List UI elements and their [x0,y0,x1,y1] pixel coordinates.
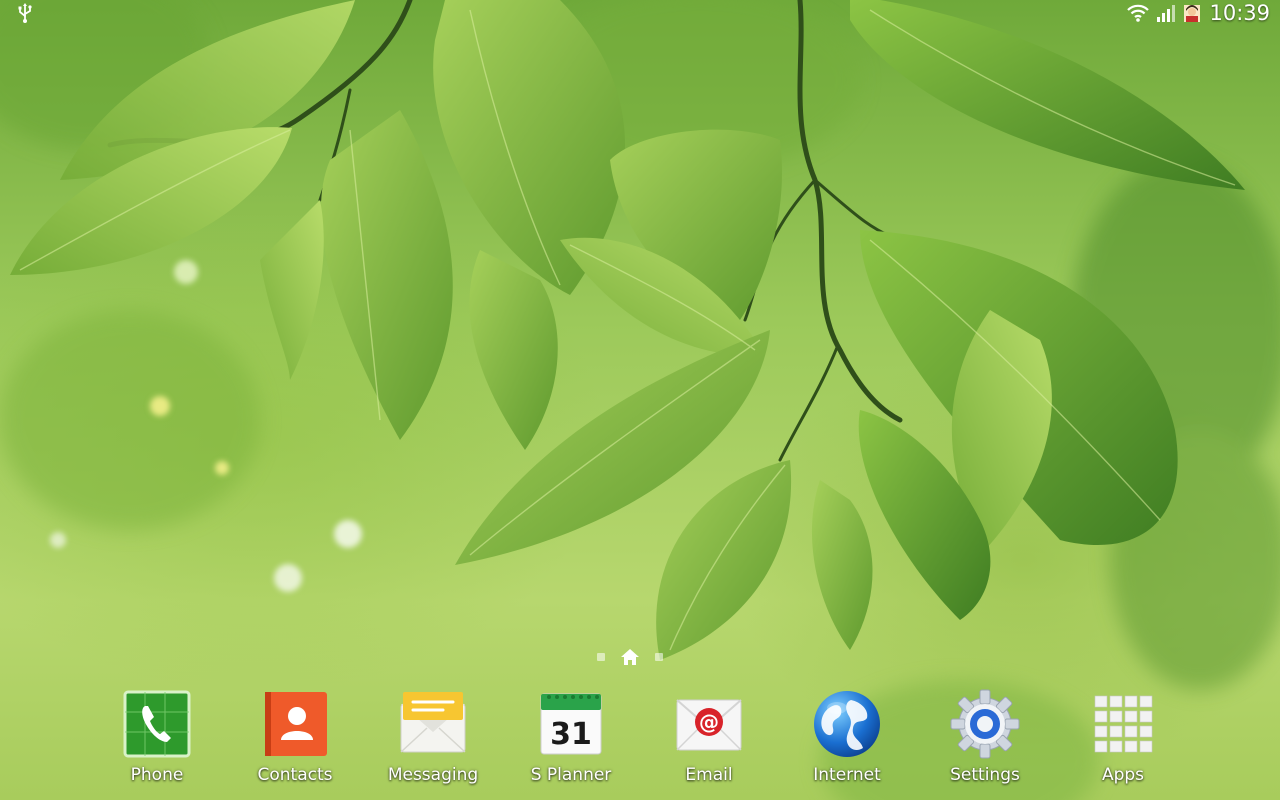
page-indicator[interactable] [597,646,663,668]
home-icon[interactable] [619,647,641,667]
contacts-icon [265,692,327,756]
messaging-icon [400,692,466,753]
status-bar: 10:39 [0,0,1280,26]
dock-app-label: Phone [130,765,184,785]
usb-icon [18,3,32,23]
page-dot-icon[interactable] [655,653,663,661]
phone-icon [123,690,191,758]
calendar-icon: 31 [540,693,602,755]
dock-app-label: S Planner [530,765,612,785]
gear-icon [950,689,1020,759]
dock-app-label: Messaging [387,765,479,785]
dock-app-apps[interactable]: Apps [1063,688,1183,798]
dock-app-email[interactable]: @ Email [649,688,769,798]
notification-avatar-icon [1184,5,1201,22]
dock-app-messaging[interactable]: Messaging [373,688,493,798]
dock-app-phone[interactable]: Phone [97,688,217,798]
dock-app-label: Internet [813,765,881,785]
home-screen[interactable]: 10:39 Phone Contacts Messaging 31 S Plan… [0,0,1280,800]
calendar-date: 31 [550,717,592,752]
dock-app-s-planner[interactable]: 31 S Planner [511,688,631,798]
svg-text:@: @ [699,710,719,734]
app-grid-icon [1094,695,1153,753]
page-dot-icon[interactable] [597,653,605,661]
globe-icon [814,691,880,757]
dock-app-label: Settings [950,765,1020,785]
wifi-icon [1127,4,1150,22]
app-dock: Phone Contacts Messaging 31 S Planner @ … [0,688,1280,800]
dock-app-label: Apps [1101,765,1145,785]
status-clock: 10:39 [1209,1,1270,25]
dock-app-label: Email [685,765,733,785]
email-icon: @ [676,699,742,751]
dock-app-settings[interactable]: Settings [925,688,1045,798]
leaf-wallpaper [0,0,1280,800]
dock-app-contacts[interactable]: Contacts [235,688,355,798]
cell-signal-icon [1157,5,1176,22]
dock-app-label: Contacts [257,765,333,785]
dock-app-internet[interactable]: Internet [787,688,907,798]
